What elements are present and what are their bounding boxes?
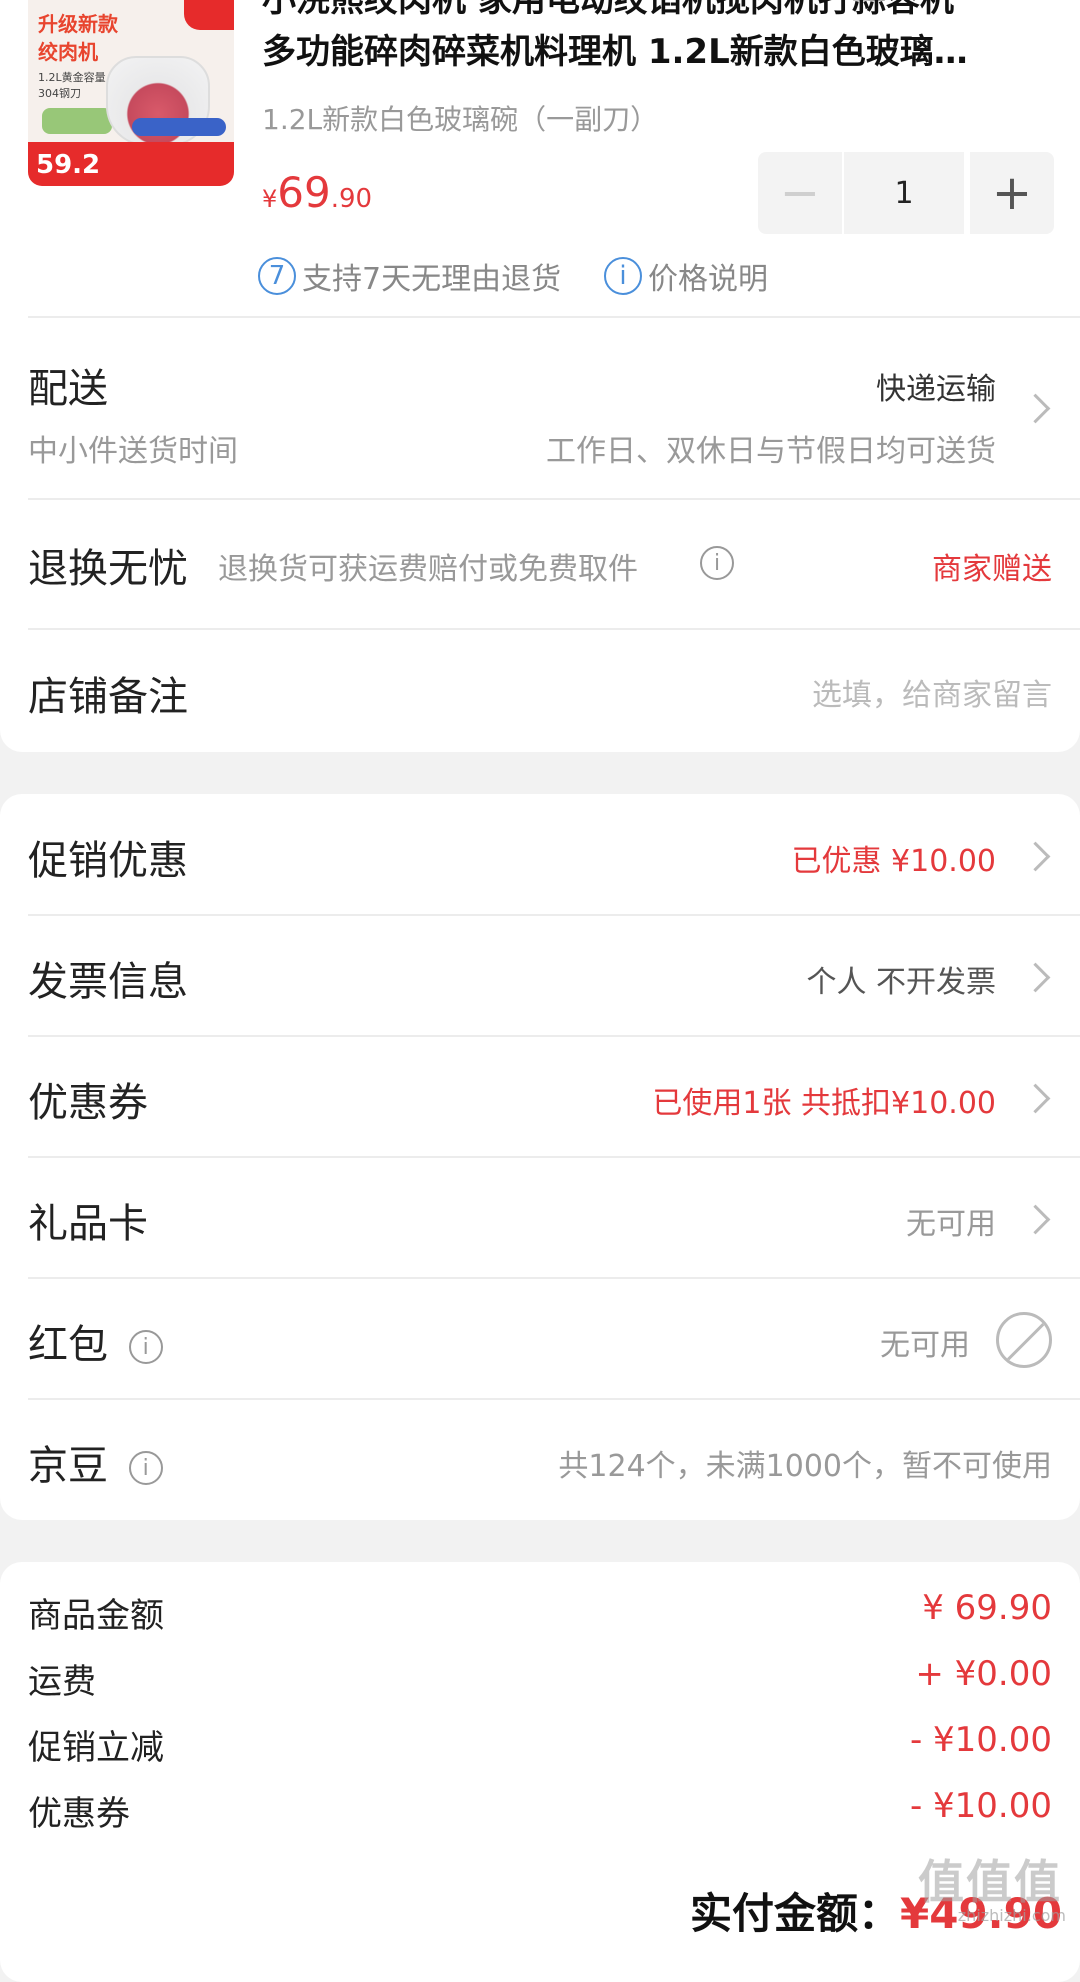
- info-icon[interactable]: i: [128, 1330, 163, 1364]
- jingdou-label-text: 京豆: [28, 1443, 108, 1489]
- delivery-time-label: 中小件送货时间: [28, 434, 238, 469]
- decrease-quantity-button[interactable]: −: [758, 152, 842, 234]
- shop-note-input[interactable]: 选填，给商家留言: [812, 670, 1052, 714]
- shop-note-label: 店铺备注: [28, 674, 188, 720]
- divider: [28, 1398, 1080, 1400]
- summary-row: 促销立减 - ¥10.00: [28, 1720, 1052, 1780]
- summary-label: 优惠券: [28, 1794, 130, 1834]
- price-integer: 69: [277, 168, 331, 217]
- summary-label: 商品金额: [28, 1596, 164, 1636]
- jingdou-label: 京豆 i: [28, 1433, 163, 1491]
- returns-label: 退换无忧: [28, 546, 188, 592]
- increase-quantity-button[interactable]: +: [970, 152, 1054, 234]
- jingdou-value: 共124个，未满1000个，暂不可使用: [558, 1449, 1052, 1484]
- thumb-price: 59.2: [36, 150, 101, 180]
- chevron-right-icon: [1020, 1204, 1051, 1235]
- thumb-specs: 1.2L黄金容量 304钢刀: [38, 71, 106, 100]
- chevron-right-icon: [1020, 393, 1051, 424]
- summary-value: - ¥10.00: [909, 1720, 1052, 1760]
- redpacket-value: 无可用: [880, 1328, 970, 1363]
- return-policy-text: 支持7天无理由退货: [302, 262, 562, 297]
- divider: [28, 316, 1080, 318]
- thumb-corner-tag: [184, 0, 234, 30]
- chevron-right-icon: [1020, 841, 1051, 872]
- invoice-label: 发票信息: [28, 959, 188, 1005]
- delivery-label: 配送: [28, 366, 108, 412]
- order-items-card: 升级新款 绞肉机 1.2L黄金容量 304钢刀 59.2 小浣熊绞肉机 家用电动…: [0, 0, 1080, 752]
- quantity-input[interactable]: 1: [844, 152, 964, 234]
- promo-label: 促销优惠: [28, 838, 188, 884]
- thumb-vegetables-image: [42, 108, 112, 134]
- total-label: 实付金额：: [690, 1889, 901, 1938]
- quantity-stepper: − 1 +: [758, 152, 1054, 234]
- watermark-url: zhizhizhi.com: [957, 1906, 1066, 1925]
- summary-row: 优惠券 - ¥10.00: [28, 1786, 1052, 1846]
- redpacket-label-text: 红包: [28, 1322, 108, 1368]
- info-icon[interactable]: i: [128, 1451, 163, 1485]
- thumb-title: 升级新款 绞肉机: [38, 12, 118, 64]
- return-policy-badge[interactable]: 7 支持7天无理由退货: [258, 254, 561, 298]
- coupon-value: 已使用1张 共抵扣¥10.00: [652, 1086, 996, 1121]
- thumb-feature-badge: [132, 118, 226, 136]
- delivery-method: 快递运输: [876, 372, 996, 407]
- divider: [28, 1156, 1080, 1158]
- summary-label: 促销立减: [28, 1728, 164, 1768]
- info-icon: i: [604, 257, 642, 295]
- summary-row: 运费 + ¥0.00: [28, 1654, 1052, 1714]
- divider: [28, 498, 1080, 500]
- giftcard-label: 礼品卡: [28, 1201, 148, 1247]
- product-variant: 1.2L新款白色玻璃碗（一副刀）: [262, 103, 659, 136]
- chevron-right-icon: [1020, 962, 1051, 993]
- order-options-card: 促销优惠 已优惠 ¥10.00 发票信息 个人 不开发票 优惠券 已使用1张 共…: [0, 794, 1080, 1520]
- giftcard-value: 无可用: [906, 1207, 996, 1242]
- divider: [28, 628, 1080, 630]
- price-currency: ¥: [262, 185, 278, 213]
- summary-value: - ¥10.00: [909, 1786, 1052, 1826]
- divider: [28, 1035, 1080, 1037]
- unavailable-icon: [996, 1312, 1052, 1368]
- returns-info-icon[interactable]: i: [700, 546, 734, 580]
- summary-row: 商品金额 ¥ 69.90: [28, 1588, 1052, 1648]
- product-thumbnail[interactable]: 升级新款 绞肉机 1.2L黄金容量 304钢刀 59.2: [28, 0, 234, 186]
- price-info-link[interactable]: i 价格说明: [604, 254, 768, 298]
- invoice-value: 个人 不开发票: [806, 965, 996, 1000]
- divider: [28, 1277, 1080, 1279]
- watermark-logo: 值值值: [918, 1855, 1062, 1909]
- redpacket-label: 红包 i: [28, 1312, 163, 1370]
- product-title-line1[interactable]: 小浣熊绞肉机 家用电动绞馅机搅肉机打蒜蓉机: [262, 0, 1052, 26]
- summary-value: + ¥0.00: [915, 1654, 1052, 1694]
- summary-value: ¥ 69.90: [922, 1588, 1052, 1628]
- product-title-line2[interactable]: 多功能碎肉碎菜机料理机 1.2L新款白色玻璃…: [262, 26, 1052, 78]
- chevron-right-icon: [1020, 1083, 1051, 1114]
- promo-value: 已优惠 ¥10.00: [791, 844, 996, 879]
- returns-value: 商家赠送: [932, 552, 1052, 587]
- divider: [28, 914, 1080, 916]
- coupon-label: 优惠券: [28, 1080, 148, 1126]
- summary-label: 运费: [28, 1662, 96, 1702]
- returns-desc: 退换货可获运费赔付或免费取件: [218, 552, 638, 587]
- delivery-time-value: 工作日、双休日与节假日均可送货: [546, 434, 996, 469]
- price-decimal: .90: [330, 184, 373, 214]
- seven-day-icon: 7: [258, 257, 296, 295]
- product-price: ¥69.90: [262, 168, 372, 217]
- price-info-text: 价格说明: [648, 262, 768, 297]
